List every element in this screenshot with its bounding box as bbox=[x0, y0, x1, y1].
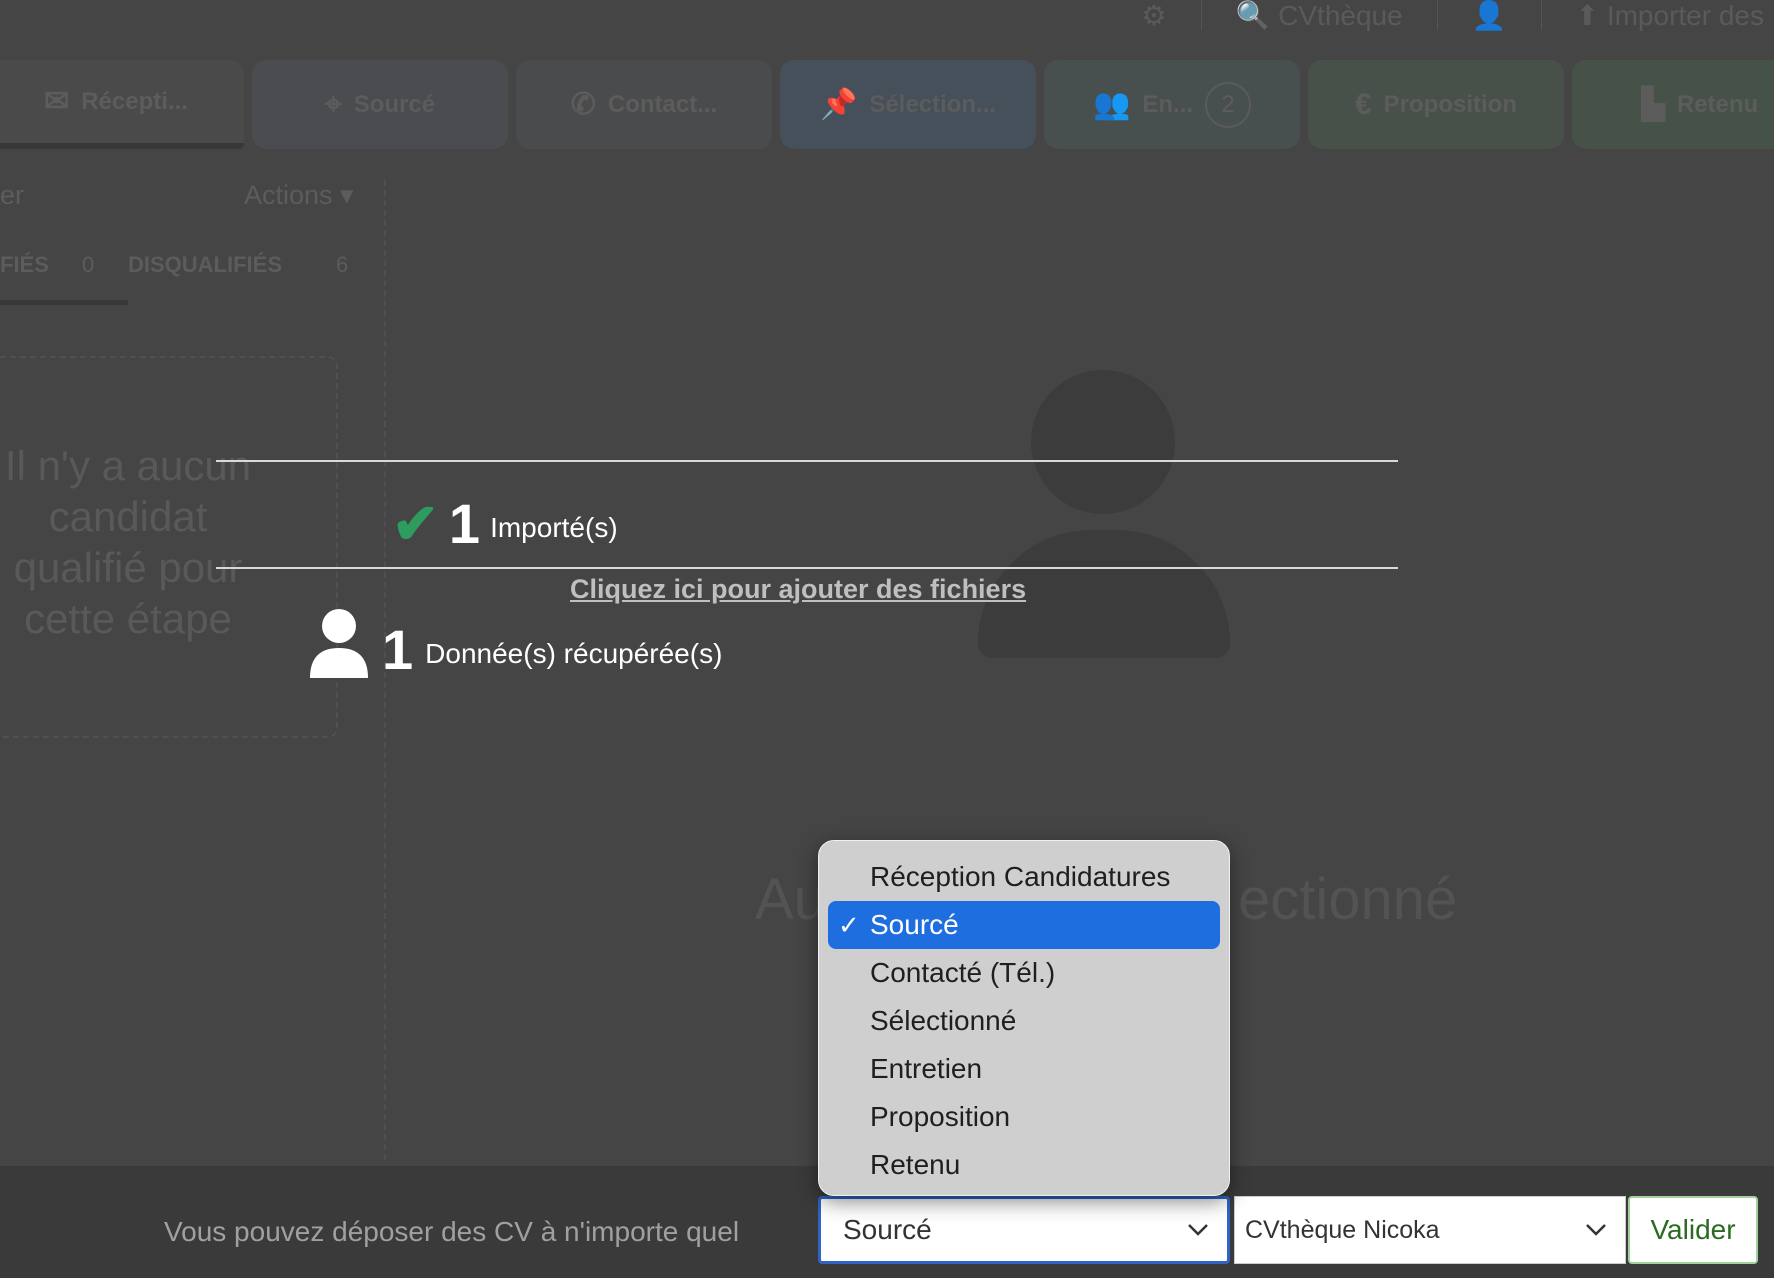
stage-label: Retenu bbox=[1676, 90, 1759, 118]
crosshair-icon: ⌖ bbox=[324, 87, 342, 121]
divider-top bbox=[216, 460, 1398, 462]
pin-icon: 📌 bbox=[819, 88, 858, 121]
option-label: Réception Candidatures bbox=[870, 861, 1171, 892]
none-selected-right: ectionné bbox=[1237, 867, 1458, 932]
users-icon: 👥 bbox=[1092, 88, 1131, 121]
chevron-down-icon bbox=[1188, 1224, 1208, 1236]
drop-cv-message: Vous pouvez déposer des CV à n'importe q… bbox=[164, 1216, 740, 1247]
checkmark-icon: ✔ bbox=[392, 492, 439, 555]
envelope-icon: ✉ bbox=[44, 85, 70, 118]
empty-message: Il n'y a aucun candidat qualifié pour ce… bbox=[4, 442, 252, 642]
podium-icon: ▙ bbox=[1641, 88, 1665, 121]
dropdown-option-contact[interactable]: Contacté (Tél.) bbox=[828, 949, 1220, 997]
tab-disqualified-count: 6 bbox=[336, 252, 349, 277]
cvtheque-select[interactable]: CVthèque Nicoka bbox=[1234, 1196, 1626, 1264]
active-tab-indicator bbox=[0, 300, 128, 305]
imported-label: Importé(s) bbox=[490, 512, 618, 543]
stage-tab-contact[interactable]: ✆ Contact... bbox=[516, 60, 772, 149]
recovered-count: 1 bbox=[382, 618, 414, 681]
cvtheque-label: CVthèque bbox=[1278, 0, 1403, 31]
dropdown-option-retenu[interactable]: Retenu bbox=[828, 1141, 1220, 1189]
tab-disqualified[interactable]: DISQUALIFIÉS bbox=[128, 252, 282, 278]
option-label: Entretien bbox=[870, 1053, 983, 1084]
stage-select-value: Sourcé bbox=[843, 1214, 932, 1245]
phone-icon: ✆ bbox=[570, 88, 596, 121]
dropdown-option-proposition[interactable]: Proposition bbox=[828, 1093, 1220, 1141]
top-toolbar: ⚙ 🔍 CVthèque 👤 ⬆ Importer des bbox=[1141, 0, 1774, 32]
cvtheque-link[interactable]: 🔍 CVthèque bbox=[1236, 0, 1403, 32]
recovered-summary: 1 Donnée(s) récupérée(s) bbox=[308, 608, 722, 678]
valider-button[interactable]: Valider bbox=[1628, 1196, 1758, 1264]
filter-label[interactable]: er bbox=[0, 180, 24, 211]
user-icon bbox=[310, 609, 368, 678]
dropdown-option-entretien[interactable]: Entretien bbox=[828, 1045, 1220, 1093]
imported-count: 1 bbox=[448, 492, 481, 555]
imported-summary: ✔ 1 Importé(s) bbox=[392, 496, 618, 552]
divider bbox=[1436, 0, 1438, 30]
stage-label: Récepti... bbox=[81, 87, 188, 115]
stage-tab-proposition[interactable]: € Proposition bbox=[1308, 60, 1564, 149]
chevron-down-icon bbox=[1586, 1224, 1606, 1236]
actions-menu[interactable]: Actions ▾ bbox=[244, 180, 354, 211]
stage-tab-entretien[interactable]: 👥 En... 2 bbox=[1044, 60, 1300, 149]
pipeline-stages: ✉ Récepti... ⌖ Sourcé ✆ Contact... 📌 Sél… bbox=[0, 60, 1774, 149]
divider-bottom bbox=[216, 567, 1398, 569]
stage-label: Sélection... bbox=[869, 90, 997, 118]
dropdown-option-source[interactable]: ✓ Sourcé bbox=[828, 901, 1220, 949]
stage-label: Contact... bbox=[607, 90, 718, 118]
tab-qualified-count: 0 bbox=[82, 252, 95, 277]
option-label: Retenu bbox=[870, 1149, 961, 1180]
placeholder-avatar-head bbox=[1031, 370, 1175, 514]
none-selected-left: Au bbox=[755, 867, 826, 932]
import-label: Importer des bbox=[1606, 0, 1764, 31]
option-label: Contacté (Tél.) bbox=[870, 957, 1056, 988]
dropdown-option-reception[interactable]: Réception Candidatures bbox=[828, 853, 1220, 901]
stage-tab-selection[interactable]: 📌 Sélection... bbox=[780, 60, 1036, 149]
option-label: Sélectionné bbox=[870, 1005, 1017, 1036]
count-badge: 2 bbox=[1205, 81, 1252, 128]
option-label: Proposition bbox=[870, 1101, 1011, 1132]
divider bbox=[1200, 0, 1202, 30]
stage-label: En... bbox=[1142, 90, 1194, 118]
stage-label: Sourcé bbox=[353, 90, 436, 118]
tab-qualified[interactable]: FIÉS bbox=[0, 252, 49, 278]
stage-dropdown-menu: Réception Candidatures ✓ Sourcé Contacté … bbox=[818, 840, 1230, 1196]
option-label: Sourcé bbox=[870, 909, 959, 940]
check-icon: ✓ bbox=[838, 909, 860, 940]
dropdown-option-selection[interactable]: Sélectionné bbox=[828, 997, 1220, 1045]
euro-icon: € bbox=[1354, 87, 1372, 121]
import-link[interactable]: ⬆ Importer des bbox=[1576, 0, 1764, 32]
stage-tab-reception[interactable]: ✉ Récepti... bbox=[0, 60, 244, 149]
add-user-icon[interactable]: 👤 bbox=[1472, 0, 1507, 32]
divider bbox=[1540, 0, 1542, 30]
stage-label: Proposition bbox=[1383, 90, 1517, 118]
stage-select[interactable]: Sourcé bbox=[818, 1196, 1230, 1264]
settings-icon[interactable]: ⚙ bbox=[1141, 0, 1166, 32]
recovered-label: Donnée(s) récupérée(s) bbox=[425, 638, 723, 669]
stage-tab-source[interactable]: ⌖ Sourcé bbox=[252, 60, 508, 149]
stage-tab-retenu[interactable]: ▙ Retenu bbox=[1572, 60, 1774, 149]
cvtheque-select-value: CVthèque Nicoka bbox=[1245, 1215, 1440, 1244]
add-files-link[interactable]: Cliquez ici pour ajouter des fichiers bbox=[570, 574, 1026, 605]
